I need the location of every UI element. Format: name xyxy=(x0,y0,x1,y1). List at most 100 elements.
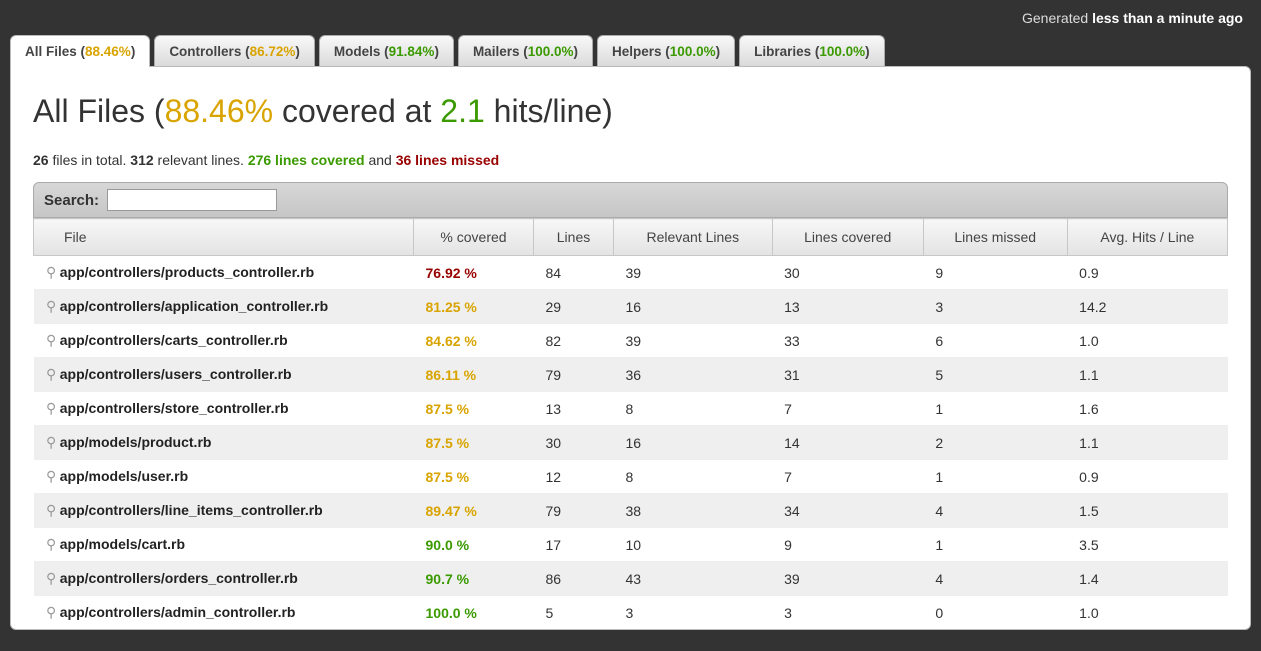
title-hits: 2.1 xyxy=(440,93,484,129)
file-cell[interactable]: ⚲app/controllers/store_controller.rb xyxy=(34,392,414,426)
file-cell[interactable]: ⚲app/controllers/products_controller.rb xyxy=(34,256,414,290)
tab-pct: 100.0% xyxy=(819,44,865,59)
magnifier-icon: ⚲ xyxy=(46,264,56,281)
file-name: app/controllers/users_controller.rb xyxy=(60,366,292,382)
file-name: app/controllers/application_controller.r… xyxy=(60,298,328,314)
lines: 13 xyxy=(534,392,614,426)
file-cell[interactable]: ⚲app/models/product.rb xyxy=(34,426,414,460)
table-row[interactable]: ⚲app/models/cart.rb90.0 %1710913.5 xyxy=(34,528,1228,562)
avg-hits: 1.0 xyxy=(1067,324,1227,358)
tab-all-files[interactable]: All Files (88.46%) xyxy=(10,35,150,67)
pct-covered: 81.25 % xyxy=(414,290,534,324)
col-lines[interactable]: Lines xyxy=(534,219,614,256)
magnifier-icon: ⚲ xyxy=(46,502,56,519)
lines-covered: 7 xyxy=(772,392,923,426)
tab-models[interactable]: Models (91.84%) xyxy=(319,35,454,67)
relevant-lines: 10 xyxy=(614,528,773,562)
lines-covered: 13 xyxy=(772,290,923,324)
tab-pct: 100.0% xyxy=(670,44,716,59)
search-bar: Search: xyxy=(33,182,1228,218)
file-cell[interactable]: ⚲app/controllers/line_items_controller.r… xyxy=(34,494,414,528)
table-row[interactable]: ⚲app/controllers/users_controller.rb86.1… xyxy=(34,358,1228,392)
tab-label: Helpers ( xyxy=(612,44,670,59)
relevant-lines: 39 xyxy=(614,256,773,290)
lines-missed: 1 xyxy=(923,528,1067,562)
table-row[interactable]: ⚲app/controllers/carts_controller.rb84.6… xyxy=(34,324,1228,358)
search-input[interactable] xyxy=(107,189,277,211)
lines: 29 xyxy=(534,290,614,324)
lines-covered: 30 xyxy=(772,256,923,290)
lines-covered: 14 xyxy=(772,426,923,460)
file-cell[interactable]: ⚲app/models/cart.rb xyxy=(34,528,414,562)
col-lines-missed[interactable]: Lines missed xyxy=(923,219,1067,256)
magnifier-icon: ⚲ xyxy=(46,468,56,485)
tab-controllers[interactable]: Controllers (86.72%) xyxy=(154,35,315,67)
lines-covered: 31 xyxy=(772,358,923,392)
lines-covered: 39 xyxy=(772,562,923,596)
file-name: app/models/cart.rb xyxy=(60,536,185,552)
title-coverage-pct: 88.46% xyxy=(165,93,274,129)
table-row[interactable]: ⚲app/controllers/store_controller.rb87.5… xyxy=(34,392,1228,426)
lines-covered: 33 xyxy=(772,324,923,358)
table-row[interactable]: ⚲app/controllers/products_controller.rb7… xyxy=(34,256,1228,290)
file-cell[interactable]: ⚲app/controllers/carts_controller.rb xyxy=(34,324,414,358)
pct-covered: 90.7 % xyxy=(414,562,534,596)
tab-pct: 86.72% xyxy=(250,44,296,59)
magnifier-icon: ⚲ xyxy=(46,366,56,383)
table-row[interactable]: ⚲app/models/user.rb87.5 %128710.9 xyxy=(34,460,1228,494)
relevant-lines: 39 xyxy=(614,324,773,358)
relevant-lines: 3 xyxy=(614,596,773,630)
lines: 12 xyxy=(534,460,614,494)
table-row[interactable]: ⚲app/controllers/orders_controller.rb90.… xyxy=(34,562,1228,596)
avg-hits: 14.2 xyxy=(1067,290,1227,324)
col-lines-covered[interactable]: Lines covered xyxy=(772,219,923,256)
col-avg-hits[interactable]: Avg. Hits / Line xyxy=(1067,219,1227,256)
lines-covered: 34 xyxy=(772,494,923,528)
tabs-bar: All Files (88.46%)Controllers (86.72%)Mo… xyxy=(0,34,1261,66)
table-row[interactable]: ⚲app/models/product.rb87.5 %30161421.1 xyxy=(34,426,1228,460)
magnifier-icon: ⚲ xyxy=(46,434,56,451)
pct-covered: 87.5 % xyxy=(414,392,534,426)
lines: 79 xyxy=(534,494,614,528)
coverage-table: File % covered Lines Relevant Lines Line… xyxy=(33,218,1228,629)
summary-total-files: 26 xyxy=(33,152,49,168)
file-name: app/models/user.rb xyxy=(60,468,188,484)
pct-covered: 90.0 % xyxy=(414,528,534,562)
relevant-lines: 8 xyxy=(614,460,773,494)
lines: 17 xyxy=(534,528,614,562)
lines: 82 xyxy=(534,324,614,358)
avg-hits: 1.1 xyxy=(1067,358,1227,392)
file-cell[interactable]: ⚲app/controllers/users_controller.rb xyxy=(34,358,414,392)
lines-covered: 7 xyxy=(772,460,923,494)
pct-covered: 100.0 % xyxy=(414,596,534,630)
file-name: app/controllers/carts_controller.rb xyxy=(60,332,288,348)
table-row[interactable]: ⚲app/controllers/line_items_controller.r… xyxy=(34,494,1228,528)
tab-label: Libraries ( xyxy=(754,44,819,59)
summary-relevant-lines: 312 xyxy=(130,152,153,168)
col-percent-covered[interactable]: % covered xyxy=(414,219,534,256)
relevant-lines: 36 xyxy=(614,358,773,392)
avg-hits: 1.6 xyxy=(1067,392,1227,426)
tab-libraries[interactable]: Libraries (100.0%) xyxy=(739,35,885,67)
avg-hits: 0.9 xyxy=(1067,256,1227,290)
pct-covered: 76.92 % xyxy=(414,256,534,290)
file-cell[interactable]: ⚲app/models/user.rb xyxy=(34,460,414,494)
avg-hits: 0.9 xyxy=(1067,460,1227,494)
file-cell[interactable]: ⚲app/controllers/admin_controller.rb xyxy=(34,596,414,630)
pct-covered: 87.5 % xyxy=(414,426,534,460)
table-row[interactable]: ⚲app/controllers/admin_controller.rb100.… xyxy=(34,596,1228,630)
content-panel: All Files (88.46% covered at 2.1 hits/li… xyxy=(10,66,1251,630)
file-cell[interactable]: ⚲app/controllers/orders_controller.rb xyxy=(34,562,414,596)
file-cell[interactable]: ⚲app/controllers/application_controller.… xyxy=(34,290,414,324)
col-file[interactable]: File xyxy=(34,219,414,256)
tab-pct: 91.84% xyxy=(389,44,435,59)
lines-missed: 9 xyxy=(923,256,1067,290)
lines: 5 xyxy=(534,596,614,630)
pct-covered: 89.47 % xyxy=(414,494,534,528)
tab-helpers[interactable]: Helpers (100.0%) xyxy=(597,35,735,67)
tab-mailers[interactable]: Mailers (100.0%) xyxy=(458,35,593,67)
tab-label: Controllers ( xyxy=(169,44,249,59)
col-relevant-lines[interactable]: Relevant Lines xyxy=(614,219,773,256)
file-name: app/controllers/products_controller.rb xyxy=(60,264,314,280)
table-row[interactable]: ⚲app/controllers/application_controller.… xyxy=(34,290,1228,324)
